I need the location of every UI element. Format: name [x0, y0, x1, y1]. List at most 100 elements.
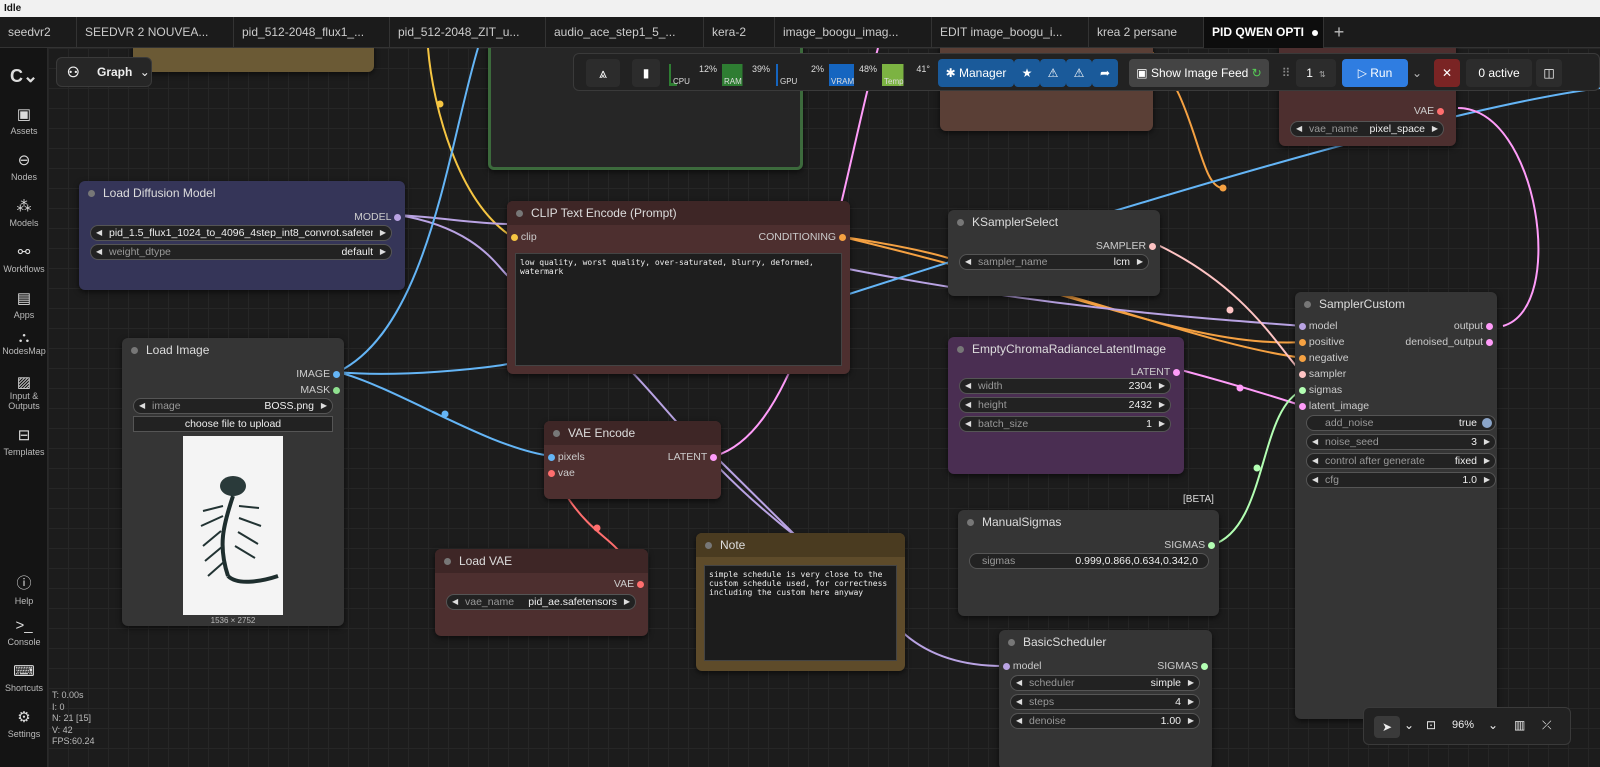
unet-name-widget[interactable]: ◀ pid_1.5_flux1_1024_to_4096_4step_int8_c…: [90, 225, 392, 241]
batch-size-widget[interactable]: ◀ batch_size 1 ▶: [959, 416, 1171, 432]
panel-toggle-button[interactable]: ◫: [1536, 59, 1562, 87]
star-button[interactable]: ★: [1014, 59, 1040, 87]
output-output[interactable]: output: [1454, 320, 1493, 332]
sidebar-item-nodes[interactable]: ⊖ Nodes: [0, 151, 48, 182]
add-tab-button[interactable]: +: [1324, 17, 1354, 47]
sidebar-item-templates[interactable]: ⊟ Templates: [0, 426, 48, 457]
steps-widget[interactable]: ◀ steps 4 ▶: [1010, 694, 1200, 710]
output-denoised[interactable]: denoised_output: [1405, 336, 1493, 348]
node-title[interactable]: VAE Encode: [544, 421, 721, 445]
input-model[interactable]: model: [1003, 660, 1042, 672]
input-sigmas[interactable]: sigmas: [1299, 384, 1342, 396]
cfg-widget[interactable]: ◀ cfg 1.0 ▶: [1306, 472, 1496, 488]
cancel-button[interactable]: ✕: [1434, 59, 1460, 87]
load-diffusion-model-node[interactable]: Load Diffusion Model MODEL ◀ pid_1.5_flux…: [79, 181, 405, 290]
node-title[interactable]: ManualSigmas: [958, 510, 1219, 534]
node-title[interactable]: BasicScheduler: [999, 630, 1212, 654]
sidebar-item-input-outputs[interactable]: ▨ Input & Outputs: [0, 375, 48, 411]
output-image[interactable]: IMAGE: [296, 368, 340, 380]
output-conditioning[interactable]: CONDITIONING: [758, 231, 846, 243]
output-sampler[interactable]: SAMPLER: [1096, 240, 1156, 252]
tab-seedvr2[interactable]: seedvr2: [0, 17, 77, 48]
tab-pid-zit[interactable]: pid_512-2048_ZIT_u...: [390, 17, 546, 48]
forward-button[interactable]: ➦: [1092, 59, 1118, 87]
note-node[interactable]: Note simple schedule is very close to th…: [696, 533, 905, 671]
chevron-down-icon[interactable]: ⌄: [1404, 718, 1414, 732]
image-select-widget[interactable]: ◀ image BOSS.png ▶: [133, 398, 333, 414]
sidebar-item-workflows[interactable]: ⚯ Workflows: [0, 243, 48, 274]
input-clip[interactable]: clip: [511, 231, 537, 243]
node-title[interactable]: KSamplerSelect: [948, 210, 1160, 234]
empty-latent-image-node[interactable]: EmptyChromaRadianceLatentImage LATENT ◀ w…: [948, 337, 1184, 474]
graph-mode-button[interactable]: ⚇ Graph ⌄: [56, 57, 152, 87]
clip-text-encode-node[interactable]: CLIP Text Encode (Prompt) clip CONDITION…: [507, 201, 850, 374]
run-button[interactable]: ▷ Run: [1342, 59, 1408, 87]
sidebar-item-console[interactable]: >_ Console: [0, 617, 48, 647]
output-latent[interactable]: LATENT: [668, 451, 717, 463]
denoise-widget[interactable]: ◀ denoise 1.00 ▶: [1010, 713, 1200, 729]
model-button[interactable]: ⚠: [1066, 59, 1092, 87]
output-latent[interactable]: LATENT: [1131, 366, 1180, 378]
tab-pid-flux[interactable]: pid_512-2048_flux1_...: [234, 17, 390, 48]
tab-edit-image-boogu[interactable]: EDIT image_boogu_i...: [932, 17, 1089, 48]
pointer-tool-icon[interactable]: ➤: [1374, 716, 1400, 738]
minimap-icon[interactable]: ▥: [1514, 718, 1525, 732]
output-mask[interactable]: MASK: [300, 384, 340, 396]
vae-name-widget[interactable]: ◀ vae_name pid_ae.safetensors ▶: [446, 594, 636, 610]
link-visibility-icon[interactable]: ⤫: [1542, 718, 1552, 733]
fit-view-icon[interactable]: ⊡: [1426, 718, 1436, 732]
input-positive[interactable]: positive: [1299, 336, 1345, 348]
weight-dtype-widget[interactable]: ◀ weight_dtype default ▶: [90, 244, 392, 260]
load-vae-node[interactable]: Load VAE VAE ◀ vae_name pid_ae.safetensors…: [435, 549, 648, 636]
height-widget[interactable]: ◀ height 2432 ▶: [959, 397, 1171, 413]
manual-sigmas-node[interactable]: ManualSigmas SIGMAS sigmas 0.999,0.866,0.…: [958, 510, 1219, 616]
control-after-generate-widget[interactable]: ◀ control after generate fixed ▶: [1306, 453, 1496, 469]
input-negative[interactable]: negative: [1299, 352, 1349, 364]
output-vae[interactable]: VAE: [1414, 105, 1444, 117]
input-pixels[interactable]: pixels: [548, 451, 585, 463]
sidebar-item-models[interactable]: ⁂ Models: [0, 197, 48, 228]
node-title[interactable]: SamplerCustom: [1295, 292, 1497, 316]
upload-button[interactable]: choose file to upload: [133, 416, 333, 432]
tab-audio-ace[interactable]: audio_ace_step1_5_...: [546, 17, 704, 48]
sidebar-item-shortcuts[interactable]: ⌨ Shortcuts: [0, 662, 48, 693]
comfy-logo-button[interactable]: C⌄: [0, 66, 48, 90]
input-model[interactable]: model: [1299, 320, 1338, 332]
output-sigmas[interactable]: SIGMAS: [1164, 539, 1215, 551]
sigmas-input[interactable]: sigmas 0.999,0.866,0.634,0.342,0: [969, 553, 1209, 569]
input-sampler[interactable]: sampler: [1299, 368, 1346, 380]
tab-image-boogu[interactable]: image_boogu_imag...: [775, 17, 932, 48]
output-model[interactable]: MODEL: [354, 211, 401, 223]
node-title[interactable]: CLIP Text Encode (Prompt): [507, 201, 850, 225]
width-widget[interactable]: ◀ width 2304 ▶: [959, 378, 1171, 394]
note-textarea[interactable]: simple schedule is very close to the cus…: [704, 565, 897, 661]
batch-count-stepper[interactable]: 1 ⇅: [1296, 59, 1336, 87]
noise-seed-widget[interactable]: ◀ noise_seed 3 ▶: [1306, 434, 1496, 450]
node-title[interactable]: Load Image: [122, 338, 344, 362]
node-title[interactable]: EmptyChromaRadianceLatentImage: [948, 337, 1184, 361]
sidebar-item-nodesmap[interactable]: ⛬ NodesMap: [0, 330, 48, 356]
sidebar-item-assets[interactable]: ▣ Assets: [0, 105, 48, 136]
partial-node-gold[interactable]: [133, 48, 374, 72]
input-latent-image[interactable]: latent_image: [1299, 400, 1369, 412]
ksampler-select-node[interactable]: KSamplerSelect SAMPLER ◀ sampler_name lcm ▶: [948, 210, 1160, 296]
active-queue-button[interactable]: 0 active: [1466, 59, 1532, 87]
sidebar-item-settings[interactable]: ⚙ Settings: [0, 708, 48, 739]
tab-kera-2[interactable]: kera-2: [704, 17, 775, 48]
sidebar-item-help[interactable]: ⓘ Help: [0, 572, 48, 606]
tab-pid-qwen-opti[interactable]: PID QWEN OPTI: [1204, 17, 1324, 48]
vae-name-widget[interactable]: ◀ vae_name pixel_space ▶: [1290, 121, 1444, 137]
chevron-down-icon[interactable]: ⌄: [1488, 718, 1498, 732]
load-image-node[interactable]: Load Image IMAGE MASK ◀ image BOSS.png ▶ ch…: [122, 338, 344, 626]
node-title[interactable]: Load VAE: [435, 549, 648, 573]
manager-button[interactable]: ✱ Manager: [938, 59, 1014, 87]
show-image-feed-button[interactable]: ▣ Show Image Feed ↻: [1129, 59, 1269, 87]
add-noise-toggle[interactable]: add_noise true: [1306, 415, 1496, 431]
output-vae[interactable]: VAE: [614, 578, 644, 590]
crystools-logo-icon[interactable]: ⩓: [586, 59, 620, 87]
node-title[interactable]: Note: [696, 533, 905, 557]
zoom-level[interactable]: 96%: [1452, 719, 1474, 731]
drag-handle-icon[interactable]: ⠿: [1279, 59, 1293, 87]
input-vae[interactable]: vae: [548, 467, 575, 479]
sampler-name-widget[interactable]: ◀ sampler_name lcm ▶: [959, 254, 1149, 270]
